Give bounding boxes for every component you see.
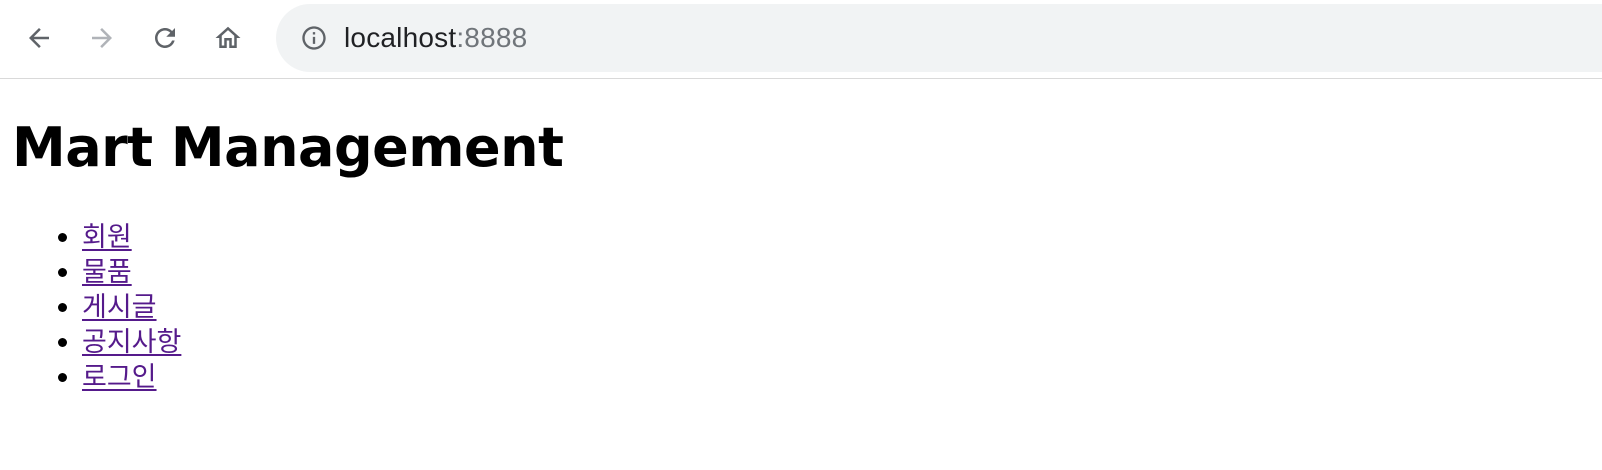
notices-link[interactable]: 공지사항: [82, 327, 181, 358]
address-bar[interactable]: localhost:8888: [276, 4, 1602, 72]
list-item-products: 물품: [0, 255, 181, 290]
reload-icon: [155, 28, 175, 48]
list-item-members: 회원: [0, 220, 181, 255]
list-item-notices: 공지사항: [0, 325, 181, 360]
forward-button[interactable]: [77, 13, 127, 63]
info-icon[interactable]: [300, 24, 328, 52]
arrow-right-icon: [92, 28, 112, 48]
products-link[interactable]: 물품: [82, 257, 132, 288]
page-title: Mart Management: [12, 116, 564, 179]
bullet: [58, 373, 67, 382]
back-button[interactable]: [14, 13, 64, 63]
login-link[interactable]: 로그인: [82, 362, 157, 393]
home-icon: [215, 26, 241, 48]
bullet: [58, 233, 67, 242]
home-button[interactable]: [203, 13, 253, 63]
members-link[interactable]: 회원: [82, 222, 132, 253]
url-port: :8888: [456, 22, 528, 53]
bullet: [58, 268, 67, 277]
reload-button[interactable]: [140, 13, 190, 63]
nav-list: 회원 물품 게시글 공지사항 로그인: [0, 220, 181, 395]
posts-link[interactable]: 게시글: [82, 292, 157, 323]
url-host: localhost: [344, 22, 457, 53]
browser-toolbar: localhost:8888: [0, 0, 1602, 79]
list-item-posts: 게시글: [0, 290, 181, 325]
bullet: [58, 338, 67, 347]
url-text[interactable]: localhost:8888: [344, 4, 527, 72]
arrow-left-icon: [29, 28, 49, 48]
list-item-login: 로그인: [0, 360, 181, 395]
bullet: [58, 303, 67, 312]
